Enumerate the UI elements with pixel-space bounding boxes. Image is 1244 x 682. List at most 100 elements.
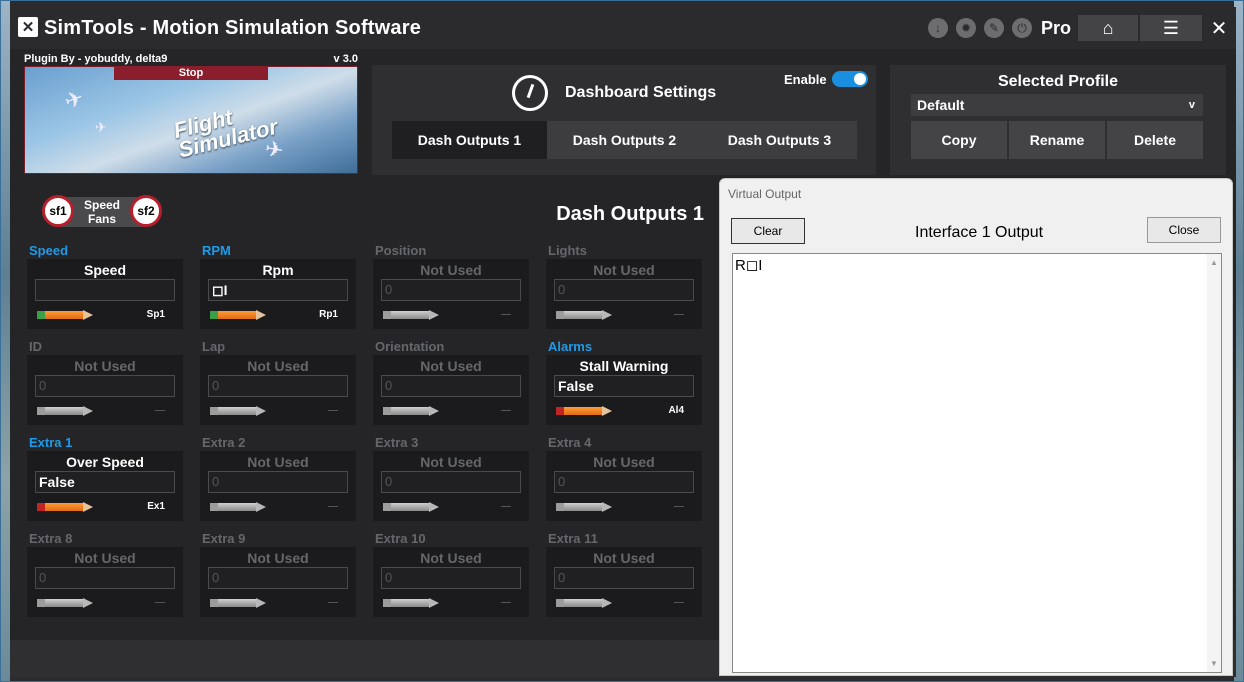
output-card[interactable]: Not Used 0 — <box>373 451 529 521</box>
profile-select[interactable]: Default v <box>911 94 1203 116</box>
pencil-icon[interactable] <box>383 310 441 320</box>
output-card[interactable]: Stall Warning False Al4 <box>546 355 702 425</box>
pencil-icon[interactable] <box>37 406 95 416</box>
pencil-icon[interactable] <box>210 310 268 320</box>
output-scrollbar[interactable]: ▲ ▼ <box>1207 254 1221 672</box>
pencil-icon[interactable] <box>37 598 95 608</box>
close-window-button[interactable]: ✕ <box>1204 15 1234 41</box>
output-category-label: Orientation <box>375 339 445 354</box>
output-card[interactable]: Not Used 0 — <box>546 547 702 617</box>
output-value-field[interactable]: 0 <box>554 567 694 589</box>
output-cell-orientation: Orientation Not Used 0 — <box>373 339 529 427</box>
output-card[interactable]: Not Used 0 — <box>546 451 702 521</box>
home-icon: ⌂ <box>1102 17 1114 38</box>
output-title: Rpm <box>262 262 294 278</box>
pencil-icon[interactable] <box>383 502 441 512</box>
output-code: — <box>501 405 511 416</box>
output-cell-extra-8: Extra 8 Not Used 0 — <box>27 531 183 619</box>
plugin-panel: Plugin By - yobuddy, delta9 v 3.0 ✈ ✈ ✈ … <box>24 53 358 175</box>
output-cell-extra-3: Extra 3 Not Used 0 — <box>373 435 529 523</box>
fan-sf1-button[interactable]: sf1 <box>42 195 74 227</box>
copy-button[interactable]: Copy <box>911 121 1007 159</box>
output-cell-id: ID Not Used 0 — <box>27 339 183 427</box>
stop-button[interactable]: Stop <box>114 66 268 80</box>
output-card[interactable]: Not Used 0 — <box>200 547 356 617</box>
output-card[interactable]: Rpm ◻I Rp1 <box>200 259 356 329</box>
output-value-field[interactable]: 0 <box>554 471 694 493</box>
output-value-field[interactable]: 0 <box>35 375 175 397</box>
tab-dash-outputs-1[interactable]: Dash Outputs 1 <box>392 121 547 159</box>
output-value-field[interactable]: ◻I <box>208 279 348 301</box>
output-value-field[interactable]: 0 <box>381 567 521 589</box>
delete-button[interactable]: Delete <box>1107 121 1203 159</box>
hamburger-icon: ☰ <box>1162 17 1180 38</box>
output-value-field[interactable]: 0 <box>208 471 348 493</box>
output-code: Ex1 <box>147 501 165 512</box>
pencil-icon[interactable] <box>556 598 614 608</box>
dash-output-tabs: Dash Outputs 1 Dash Outputs 2 Dash Outpu… <box>392 121 857 159</box>
output-value-field[interactable]: 0 <box>554 279 694 301</box>
home-button[interactable]: ⌂ <box>1078 15 1138 41</box>
power-icon[interactable]: ⏻ <box>1012 18 1032 38</box>
output-cell-extra-1: Extra 1 Over Speed False Ex1 <box>27 435 183 523</box>
output-value-field[interactable]: 0 <box>381 279 521 301</box>
output-card[interactable]: Not Used 0 — <box>200 451 356 521</box>
output-code: Al4 <box>668 405 684 416</box>
download-icon[interactable]: ↓ <box>928 18 948 38</box>
output-category-label: Extra 3 <box>375 435 419 450</box>
output-cell-extra-2: Extra 2 Not Used 0 — <box>200 435 356 523</box>
clear-button[interactable]: Clear <box>731 218 805 244</box>
pencil-icon[interactable] <box>383 598 441 608</box>
output-value-field[interactable]: 0 <box>381 471 521 493</box>
profile-panel: Selected Profile Default v Copy Rename D… <box>890 65 1226 175</box>
output-cell-extra-4: Extra 4 Not Used 0 — <box>546 435 702 523</box>
output-value-field[interactable]: 0 <box>208 375 348 397</box>
output-value-field[interactable]: 0 <box>35 567 175 589</box>
output-card[interactable]: Not Used 0 — <box>27 355 183 425</box>
desktop-background-left <box>1 1 10 681</box>
output-value-field[interactable] <box>35 279 175 301</box>
simtools-logo-icon: ✕ <box>18 17 38 37</box>
pencil-icon[interactable] <box>210 598 268 608</box>
settings-burst-icon[interactable]: ✹ <box>956 18 976 38</box>
enable-toggle[interactable] <box>832 71 868 87</box>
output-card[interactable]: Not Used 0 — <box>546 259 702 329</box>
menu-button[interactable]: ☰ <box>1140 15 1202 41</box>
pencil-icon[interactable] <box>210 406 268 416</box>
output-title: Not Used <box>74 358 136 374</box>
output-category-label: Extra 2 <box>202 435 246 450</box>
output-textarea[interactable]: R◻I ▲ ▼ <box>732 253 1222 673</box>
scroll-down-icon[interactable]: ▼ <box>1210 659 1218 668</box>
simtools-logo: ✕ <box>18 17 42 37</box>
scroll-up-icon[interactable]: ▲ <box>1210 258 1218 267</box>
output-card[interactable]: Not Used 0 — <box>27 547 183 617</box>
output-card[interactable]: Not Used 0 — <box>200 355 356 425</box>
output-cell-lap: Lap Not Used 0 — <box>200 339 356 427</box>
pencil-icon[interactable] <box>383 406 441 416</box>
output-value-field[interactable]: 0 <box>208 567 348 589</box>
pencil-icon[interactable] <box>556 406 614 416</box>
output-code: — <box>501 501 511 512</box>
pencil-icon[interactable] <box>556 502 614 512</box>
tab-dash-outputs-3[interactable]: Dash Outputs 3 <box>702 121 857 159</box>
tab-dash-outputs-2[interactable]: Dash Outputs 2 <box>547 121 702 159</box>
output-value-field[interactable]: 0 <box>381 375 521 397</box>
output-card[interactable]: Not Used 0 — <box>373 355 529 425</box>
output-card[interactable]: Speed Sp1 <box>27 259 183 329</box>
output-value-field[interactable]: False <box>554 375 694 397</box>
fan-sf2-button[interactable]: sf2 <box>130 195 162 227</box>
output-category-label: Extra 8 <box>29 531 73 546</box>
output-value-field[interactable]: False <box>35 471 175 493</box>
wrench-icon[interactable]: ✎ <box>984 18 1004 38</box>
pencil-icon[interactable] <box>210 502 268 512</box>
output-card[interactable]: Over Speed False Ex1 <box>27 451 183 521</box>
rename-button[interactable]: Rename <box>1009 121 1105 159</box>
pencil-icon[interactable] <box>556 310 614 320</box>
pencil-icon[interactable] <box>37 502 95 512</box>
speed-fans-control: Speed Fans sf1 sf2 <box>42 195 162 229</box>
output-card[interactable]: Not Used 0 — <box>373 547 529 617</box>
output-card[interactable]: Not Used 0 — <box>373 259 529 329</box>
close-button[interactable]: Close <box>1147 217 1221 243</box>
profile-title: Selected Profile <box>997 73 1119 90</box>
pencil-icon[interactable] <box>37 310 95 320</box>
